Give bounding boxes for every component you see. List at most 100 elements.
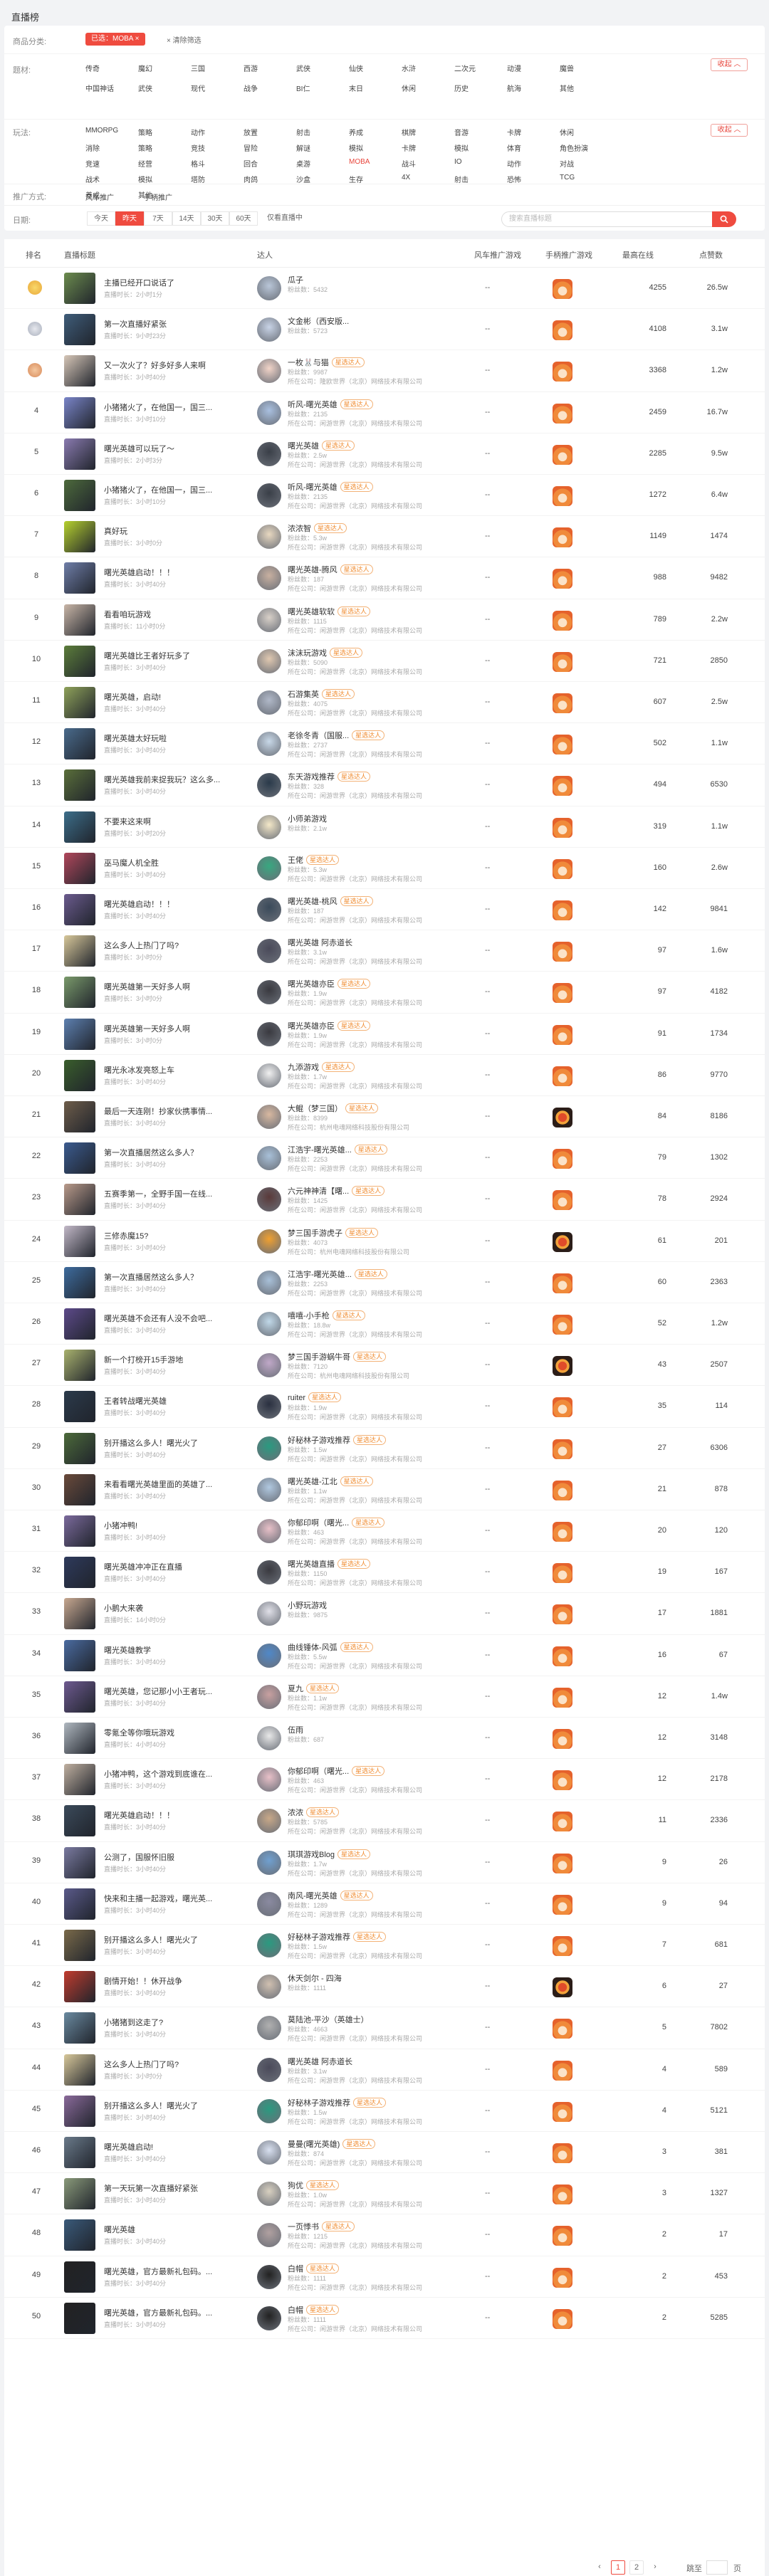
fox-game-icon[interactable] xyxy=(553,1024,572,1045)
genre-option[interactable]: 棋牌 xyxy=(402,127,416,137)
stream-cover-image[interactable] xyxy=(64,1598,95,1630)
genre-option[interactable]: 模拟 xyxy=(138,174,152,184)
stream-cover-image[interactable] xyxy=(64,1846,95,1878)
anchor-avatar[interactable] xyxy=(257,1312,281,1336)
anchor-avatar[interactable] xyxy=(257,2057,281,2082)
table-row[interactable]: 43 小猪猪到这走了? 直播时长：3小时40分 莫陆池-平沙（英雄士） 粉丝数：4663… xyxy=(4,2007,765,2049)
fox-game-icon[interactable] xyxy=(553,1646,572,1666)
stream-title[interactable]: 曙光英雄，官方最新礼包码。... xyxy=(104,2266,239,2277)
type-option[interactable]: 三国 xyxy=(191,63,205,73)
anchor-avatar[interactable] xyxy=(257,1684,281,1709)
fox-game-icon[interactable] xyxy=(553,983,572,1004)
table-row[interactable]: 9 看看咱玩游戏 直播时长：11小时0分 曙光英雄软软 星选达人 粉丝数：1115 所在公司… xyxy=(4,599,765,641)
genre-option[interactable]: 卡牌 xyxy=(507,127,521,137)
stream-cover-image[interactable] xyxy=(64,687,95,718)
stream-title[interactable]: 小猪猪火了，在他国一，国三... xyxy=(104,484,239,495)
next-page-button[interactable]: › xyxy=(648,2560,662,2575)
anchor-avatar[interactable] xyxy=(257,1809,281,1834)
stream-title[interactable]: 小猪冲鸭，这个游戏到底谁在... xyxy=(104,1768,239,1779)
fox-game-icon[interactable] xyxy=(553,1770,572,1791)
genre-option[interactable]: 解谜 xyxy=(296,142,310,153)
anchor-avatar[interactable] xyxy=(257,814,281,839)
stream-title[interactable]: 曙光英雄第一天好多人啊 xyxy=(104,1023,239,1034)
stream-title[interactable]: 又一次火了？好多好多人来啊 xyxy=(104,359,239,371)
dark-game-icon[interactable] xyxy=(553,1977,572,1998)
anchor-avatar[interactable] xyxy=(257,1021,281,1046)
genre-option[interactable]: 射击 xyxy=(296,127,310,137)
anchor-name-text[interactable]: 夏九 xyxy=(288,1685,303,1693)
anchor-name[interactable]: 曙光英雄-腾风 星选达人 xyxy=(288,564,373,575)
stream-cover-image[interactable] xyxy=(64,1391,95,1423)
stream-title[interactable]: 公测了，国服怀旧服 xyxy=(104,1851,239,1863)
anchor-avatar[interactable] xyxy=(257,1726,281,1750)
anchor-name-text[interactable]: 梦三国手游蜗牛哥 xyxy=(288,1353,350,1362)
promo-option-gamepad[interactable]: 手柄推广 xyxy=(144,191,172,202)
table-row[interactable]: 33 小鹅大来袭 直播时长：14小时0分 小野玩游戏 粉丝数：9875 -- 17 1881 xyxy=(4,1593,765,1635)
table-row[interactable]: 30 来看看曙光英雄里面的英雄了... 直播时长：3小时40分 曙光英雄-江北 星选达人… xyxy=(4,1469,765,1510)
anchor-avatar[interactable] xyxy=(257,939,281,964)
type-option[interactable]: 航海 xyxy=(507,83,521,93)
stream-title[interactable]: 曙光英雄启动！！！ xyxy=(104,567,239,578)
stream-title[interactable]: 小猪冲鸭! xyxy=(104,1520,239,1531)
type-option[interactable]: 其他 xyxy=(560,83,574,93)
stream-title[interactable]: 第一次直播好紧张 xyxy=(104,318,239,330)
anchor-name-text[interactable]: 文金彬（西安版... xyxy=(288,317,349,326)
fox-game-icon[interactable] xyxy=(553,320,572,341)
type-option[interactable]: 动漫 xyxy=(507,63,521,73)
genre-option[interactable]: 回合 xyxy=(244,158,258,169)
table-row[interactable]: 31 小猪冲鸭! 直播时长：3小时40分 你郁印啊（曙光... 星选达人 粉丝数：463 所… xyxy=(4,1510,765,1552)
stream-cover-image[interactable] xyxy=(64,1432,95,1464)
anchor-name[interactable]: 听风-曙光英雄 星选达人 xyxy=(288,481,373,493)
table-row[interactable]: 26 曙光英雄不会还有人没不会吧... 直播时长：3小时40分 嘻嘻-小手枪 星选达人粉… xyxy=(4,1303,765,1345)
genre-option[interactable]: 桌游 xyxy=(296,158,310,169)
stream-cover-image[interactable] xyxy=(64,645,95,677)
stream-title[interactable]: 曙光英雄，您记那小小王者玩... xyxy=(104,1686,239,1697)
anchor-name[interactable]: 九添游戏 星选达人 xyxy=(288,1061,355,1073)
stream-title[interactable]: 巫马魔人机全胜 xyxy=(104,857,239,868)
live-only-toggle[interactable]: 仅看直播中 xyxy=(261,211,309,226)
fox-game-icon[interactable] xyxy=(553,279,572,299)
stream-cover-image[interactable] xyxy=(64,1018,95,1050)
type-option[interactable]: 历史 xyxy=(454,83,469,93)
table-row[interactable]: 6 小猪猪火了，在他国一，国三... 直播时长：3小时10分 听风-曙光英雄 星选达人粉… xyxy=(4,475,765,517)
genre-option[interactable]: 模拟 xyxy=(349,142,363,153)
stream-cover-image[interactable] xyxy=(64,852,95,884)
anchor-name[interactable]: 曙光英雄亦臣 星选达人 xyxy=(288,1020,371,1031)
table-row[interactable]: 46 曙光英雄启动! 直播时长：3小时40分 曼曼(曙光英雄) 星选达人 粉丝数：874 所… xyxy=(4,2132,765,2174)
genre-option[interactable]: 战斗 xyxy=(402,158,416,169)
anchor-name-text[interactable]: 曙光英雄-腾风 xyxy=(288,566,338,574)
anchor-avatar[interactable] xyxy=(257,525,281,550)
stream-title[interactable]: 曙光英雄启动！！！ xyxy=(104,1809,239,1821)
fox-game-icon[interactable] xyxy=(553,2185,572,2205)
table-row[interactable]: 44 这么多人上热门了吗? 直播时长：3小时0分 曙光英雄 阿赤道长 粉丝数：3.1w 所… xyxy=(4,2049,765,2091)
anchor-avatar[interactable] xyxy=(257,1933,281,1957)
table-row[interactable]: 15 巫马魔人机全胜 直播时长：3小时40分 王佬 星选达人 粉丝数：5.3w 所在公司：闲… xyxy=(4,848,765,889)
anchor-avatar[interactable] xyxy=(257,690,281,715)
stream-title[interactable]: 曙光英雄 xyxy=(104,2224,239,2235)
anchor-name[interactable]: 曙光英雄-江北 星选达人 xyxy=(288,1476,373,1487)
stream-cover-image[interactable] xyxy=(64,1805,95,1837)
anchor-avatar[interactable] xyxy=(257,607,281,632)
anchor-name[interactable]: 曙光英雄 星选达人 xyxy=(288,440,355,451)
anchor-name-text[interactable]: 曙光英雄 阿赤道长 xyxy=(288,939,352,947)
stream-title[interactable]: 新一个打榜开15手游地 xyxy=(104,1354,239,1365)
stream-cover-image[interactable] xyxy=(64,2261,95,2293)
stream-cover-image[interactable] xyxy=(64,1225,95,1257)
dark-game-icon[interactable] xyxy=(553,1231,572,1252)
fox-game-icon[interactable] xyxy=(553,1439,572,1459)
fox-game-icon[interactable] xyxy=(553,2226,572,2246)
table-row[interactable]: 又一次火了？好多好多人来啊 直播时长：3小时40分 一枚🐰与猫 星选达人 粉丝数：998… xyxy=(4,350,765,392)
anchor-avatar[interactable] xyxy=(257,359,281,384)
stream-title[interactable]: 曙光英雄，官方最新礼包码。... xyxy=(104,2307,239,2318)
anchor-avatar[interactable] xyxy=(257,856,281,880)
anchor-name-text[interactable]: 六元神神清【曙... xyxy=(288,1187,349,1196)
table-row[interactable]: 28 王者转战曙光英雄 直播时长：3小时40分 ruiter 星选达人 粉丝数：1.9w 所… xyxy=(4,1386,765,1428)
stream-cover-image[interactable] xyxy=(64,894,95,925)
fox-game-icon[interactable] xyxy=(553,2019,572,2039)
anchor-name-text[interactable]: 江浩宇-曙光英雄... xyxy=(288,1146,352,1155)
anchor-name[interactable]: 浓浓智 星选达人 xyxy=(288,522,347,534)
type-option[interactable]: 战争 xyxy=(244,83,258,93)
genre-option[interactable]: 竞速 xyxy=(85,158,100,169)
anchor-name[interactable]: 听风-曙光英雄 星选达人 xyxy=(288,399,373,410)
table-row[interactable]: 48 曙光英雄 直播时长：3小时40分 一页悸书 星选达人 粉丝数：1215 所在公司：闲游… xyxy=(4,2214,765,2256)
